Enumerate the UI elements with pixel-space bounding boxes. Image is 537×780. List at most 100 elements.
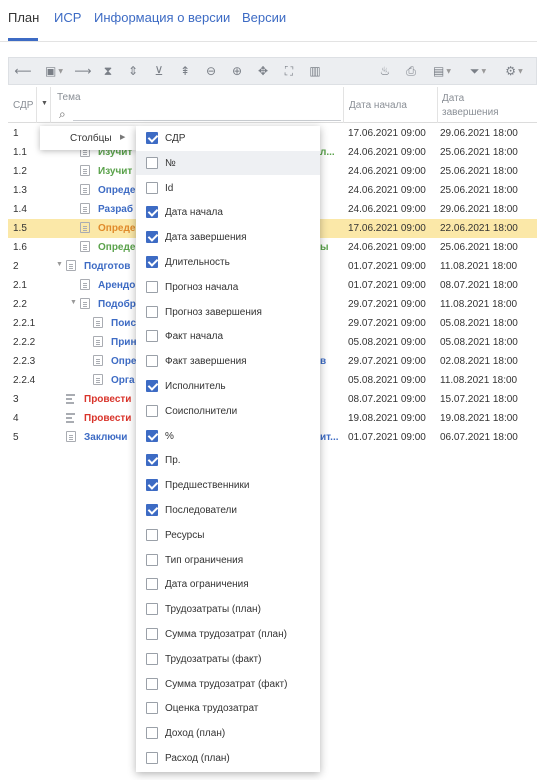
arrow-left-icon[interactable]: ⟵: [13, 61, 33, 81]
row-topic[interactable]: Орга: [111, 375, 135, 386]
column-toggle-item[interactable]: Предшественники: [136, 473, 320, 497]
checkbox-unchecked-icon[interactable]: [146, 628, 158, 640]
checkbox-checked-icon[interactable]: [146, 256, 158, 268]
column-toggle-item[interactable]: %: [136, 424, 320, 448]
expand-all-icon[interactable]: ⇕: [123, 61, 143, 81]
checkbox-checked-icon[interactable]: [146, 504, 158, 516]
checkbox-unchecked-icon[interactable]: [146, 404, 158, 417]
tab-plan[interactable]: План: [8, 10, 39, 25]
column-toggle-item[interactable]: Исполнитель: [136, 374, 320, 398]
checkbox-unchecked-icon[interactable]: [146, 305, 158, 318]
column-toggle-item[interactable]: Последователи: [136, 498, 320, 522]
checkbox-checked-icon[interactable]: [146, 380, 158, 392]
column-toggle-item[interactable]: Id: [136, 176, 320, 200]
filter-icon[interactable]: ⏷ ▼: [463, 61, 493, 81]
checkbox-unchecked-icon[interactable]: [146, 603, 158, 616]
row-topic[interactable]: Разраб: [98, 204, 133, 215]
tab-version-info[interactable]: Информация о версии: [94, 10, 230, 25]
column-toggle-item[interactable]: Тип ограничения: [136, 548, 320, 572]
settings-icon[interactable]: ⚙ ▼: [499, 61, 529, 81]
checkbox-unchecked-icon[interactable]: [146, 181, 158, 194]
tab-isr[interactable]: ИСР: [54, 10, 81, 25]
column-toggle-item[interactable]: Соисполнители: [136, 399, 320, 423]
row-topic[interactable]: Заключи: [84, 432, 127, 443]
column-header-start-date[interactable]: Дата начала: [344, 87, 438, 123]
row-topic[interactable]: Провести: [84, 413, 131, 424]
column-toggle-item[interactable]: Пр.: [136, 448, 320, 472]
row-topic[interactable]: Опреде: [98, 242, 135, 253]
column-toggle-item[interactable]: Факт завершения: [136, 349, 320, 373]
column-toggle-item[interactable]: Трудозатраты (факт): [136, 647, 320, 671]
fit-icon[interactable]: ⛶: [279, 61, 299, 81]
zoom-out-icon[interactable]: ⊖: [201, 61, 221, 81]
zoom-in-icon[interactable]: ⊕: [227, 61, 247, 81]
checkbox-unchecked-icon[interactable]: [146, 156, 158, 169]
row-topic[interactable]: Подобр: [98, 299, 136, 310]
checkbox-unchecked-icon[interactable]: [146, 578, 158, 591]
column-toggle-item[interactable]: №: [136, 150, 320, 175]
checkbox-unchecked-icon[interactable]: [146, 752, 158, 764]
column-toggle-item[interactable]: Ресурсы: [136, 523, 320, 547]
chart-icon[interactable]: ▥: [305, 61, 325, 81]
move-icon[interactable]: ✥: [253, 61, 273, 81]
checkbox-unchecked-icon[interactable]: [146, 652, 158, 665]
checkbox-unchecked-icon[interactable]: [146, 330, 158, 343]
row-topic[interactable]: Поис: [111, 318, 136, 329]
column-header-end-date[interactable]: Дата завершения: [438, 87, 537, 123]
checkbox-checked-icon[interactable]: [146, 479, 158, 492]
column-toggle-item[interactable]: Дата завершения: [136, 225, 320, 249]
checkbox-checked-icon[interactable]: [146, 454, 158, 467]
row-sdr: 5: [13, 432, 19, 443]
column-toggle-item[interactable]: Трудозатраты (план): [136, 597, 320, 621]
collapse-icon[interactable]: ⊻: [149, 61, 169, 81]
column-toggle-item[interactable]: Факт начала: [136, 324, 320, 348]
tab-bar: План ИСР Информация о версии Версии: [0, 0, 537, 42]
checkbox-unchecked-icon[interactable]: [146, 553, 158, 566]
checkbox-checked-icon[interactable]: [146, 132, 158, 144]
column-toggle-item[interactable]: СДР: [136, 126, 320, 150]
menu-item-columns[interactable]: Столбцы ▶: [40, 126, 136, 150]
checkbox-unchecked-icon[interactable]: [146, 727, 158, 740]
search-icon[interactable]: ⌕: [59, 107, 66, 122]
checkbox-checked-icon[interactable]: [146, 429, 158, 442]
checkbox-unchecked-icon[interactable]: [146, 355, 158, 368]
column-header-topic[interactable]: Тема ⌕: [51, 87, 344, 123]
row-topic[interactable]: Опреде: [98, 185, 135, 196]
row-topic[interactable]: Изучит: [98, 166, 132, 177]
critical-path-icon[interactable]: ♨: [375, 61, 395, 81]
checkbox-checked-icon[interactable]: [146, 231, 158, 244]
row-topic[interactable]: Прин: [111, 337, 136, 348]
row-topic[interactable]: Провести: [84, 394, 131, 405]
column-menu-trigger[interactable]: ▼: [37, 87, 51, 123]
column-toggle-item[interactable]: Длительность: [136, 250, 320, 274]
expand-icon[interactable]: ⇞: [175, 61, 195, 81]
expand-toggle-icon[interactable]: ▼: [56, 261, 63, 268]
column-header-sdr[interactable]: СДР: [8, 87, 37, 123]
expand-toggle-icon[interactable]: ▼: [70, 299, 77, 306]
task-icon: [93, 374, 103, 385]
tab-versions[interactable]: Версии: [242, 10, 286, 25]
collapse-all-icon[interactable]: ⧗: [98, 61, 118, 81]
row-topic[interactable]: Арендо: [98, 280, 135, 291]
checkbox-unchecked-icon[interactable]: [146, 528, 158, 541]
column-toggle-item[interactable]: Дата ограничения: [136, 572, 320, 596]
column-toggle-item[interactable]: Сумма трудозатрат (план): [136, 622, 320, 646]
arrow-right-icon[interactable]: ⟶: [73, 61, 93, 81]
column-toggle-item[interactable]: Прогноз начала: [136, 275, 320, 299]
checkbox-unchecked-icon[interactable]: [146, 677, 158, 690]
calendar-check-icon[interactable]: ▣ ▼: [39, 61, 69, 81]
column-toggle-item[interactable]: Сумма трудозатрат (факт): [136, 672, 320, 696]
calendar-icon[interactable]: ▤ ▼: [427, 61, 457, 81]
column-toggle-item[interactable]: Прогноз завершения: [136, 300, 320, 324]
checkbox-checked-icon[interactable]: [146, 206, 158, 219]
row-topic[interactable]: Опреде: [98, 223, 135, 234]
row-topic[interactable]: Опре: [111, 356, 137, 367]
checkbox-unchecked-icon[interactable]: [146, 280, 158, 293]
checkbox-unchecked-icon[interactable]: [146, 702, 158, 715]
column-toggle-item[interactable]: Дата начала: [136, 200, 320, 224]
column-toggle-item[interactable]: Оценка трудозатрат: [136, 696, 320, 720]
column-toggle-item[interactable]: Доход (план): [136, 721, 320, 745]
row-topic[interactable]: Подготов: [84, 261, 130, 272]
column-toggle-item[interactable]: Расход (план): [136, 746, 320, 770]
print-icon[interactable]: ⎙: [401, 61, 421, 81]
